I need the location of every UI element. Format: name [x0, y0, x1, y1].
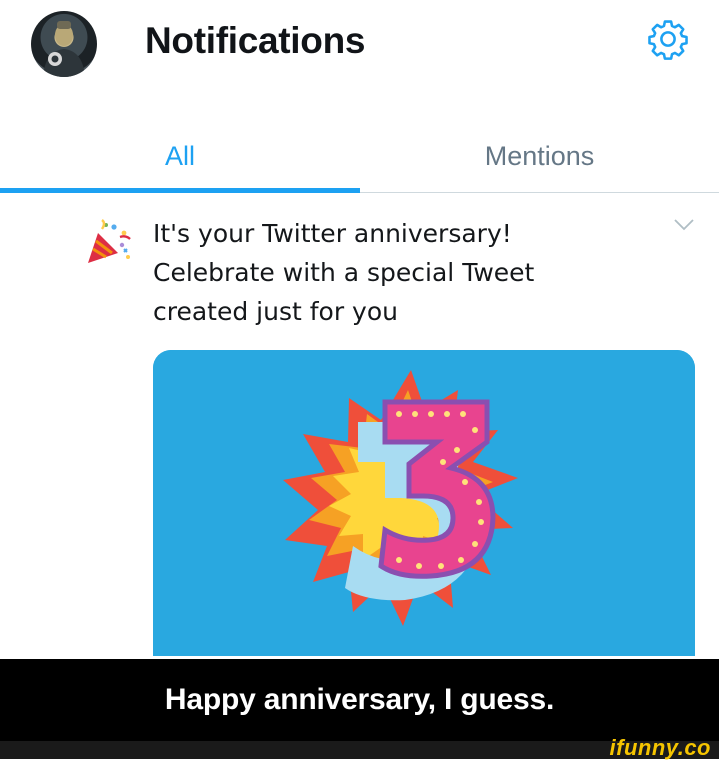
party-popper-icon — [84, 219, 132, 267]
gear-icon[interactable] — [646, 17, 690, 61]
tab-label: All — [164, 140, 195, 171]
notification-line: It's your Twitter anniversary! — [153, 219, 512, 248]
caption-text: Happy anniversary, I guess. — [164, 683, 555, 716]
page-title: Notifications — [145, 20, 366, 61]
avatar[interactable] — [31, 11, 97, 77]
anniversary-card-image[interactable] — [153, 350, 695, 656]
tab-divider — [360, 192, 719, 193]
tab-selected-indicator — [0, 188, 360, 193]
caption-bar: Happy anniversary, I guess. — [0, 659, 719, 741]
tab-label: Mentions — [484, 140, 595, 171]
watermark-logo: ifunny.co — [609, 735, 711, 760]
notification-line: Celebrate with a special Tweet — [153, 258, 535, 287]
tab-mentions[interactable]: Mentions — [360, 124, 719, 188]
tab-all[interactable]: All — [0, 124, 360, 188]
notification-text: It's your Twitter anniversary! Celebrate… — [153, 214, 633, 331]
notification-line: created just for you — [153, 297, 398, 326]
chevron-down-icon[interactable] — [672, 217, 696, 233]
